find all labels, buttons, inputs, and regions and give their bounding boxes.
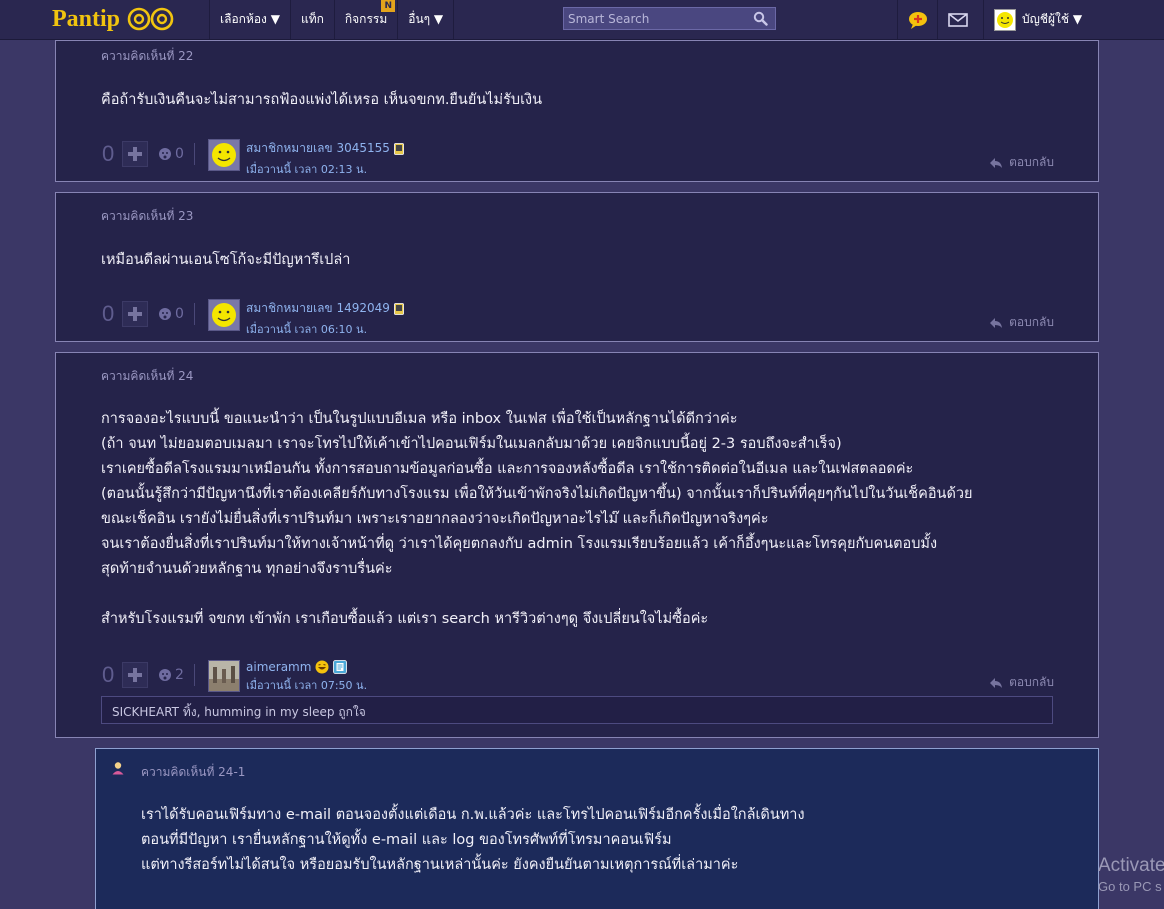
smiley-icon (212, 303, 236, 327)
plus-icon (128, 147, 142, 161)
author-block: aimeramm เมื่อวานนี้ เวลา 07:50 น. (208, 660, 367, 694)
vote-count: 0 (102, 141, 115, 166)
chat-plus-icon (908, 11, 927, 29)
divider (193, 664, 195, 686)
blog-badge-icon (333, 660, 348, 674)
smiley-icon (997, 11, 1013, 28)
avatar[interactable] (208, 299, 240, 331)
mobile-device-icon (393, 302, 404, 315)
reply-card: ความคิดเห็นที่ 24-1 เราได้รับคอนเฟิร์มทา… (95, 748, 1099, 909)
smiley-icon (212, 143, 236, 167)
plus-icon (128, 307, 142, 321)
activation-watermark: Activate Go to PC s (1098, 855, 1164, 894)
pantip-logo[interactable]: Pantip (52, 3, 178, 35)
comment-body: การจองอะไรแบบนี้ ขอแนะนำว่า เป็นในรูปแบบ… (101, 411, 973, 627)
comment-body: คือถ้ารับเงินคืนจะไม่สามารถฟ้องแพ่งได้เห… (101, 92, 543, 108)
comment-card: ความคิดเห็นที่ 22 คือถ้ารับเงินคืนจะไม่ส… (55, 40, 1099, 182)
emotion-face-icon (159, 308, 171, 320)
emotion-count: 2 (175, 667, 184, 683)
new-topic-button[interactable] (897, 0, 937, 39)
author-name[interactable]: สมาชิกหมายเลข 3045155 (246, 139, 390, 158)
vote-plus-button[interactable] (122, 662, 148, 688)
reply-button[interactable]: ตอบกลับ (989, 313, 1054, 332)
comment-card: ความคิดเห็นที่ 24 การจองอะไรแบบนี้ ขอแนะ… (55, 352, 1099, 738)
reply-arrow-icon (990, 317, 1003, 328)
emotion-face-icon (159, 669, 171, 681)
divider (193, 303, 195, 325)
avatar[interactable] (208, 660, 240, 692)
author-block: สมาชิกหมายเลข 1492049 เมื่อวานนี้ เวลา 0… (208, 299, 404, 338)
messages-button[interactable] (937, 0, 977, 39)
emotion-button[interactable]: 2 (158, 667, 184, 683)
post-time: เมื่อวานนี้ เวลา 02:13 น. (246, 163, 368, 176)
reply-button[interactable]: ตอบกลับ (989, 153, 1054, 172)
reply-button[interactable]: ตอบกลับ (989, 673, 1054, 692)
main-nav: เลือกห้อง ▼ แท็ก กิจกรรม N อื่นๆ ▼ (209, 0, 455, 39)
nav-more[interactable]: อื่นๆ ▼ (397, 0, 455, 39)
photo-avatar-icon (209, 661, 239, 691)
mobile-device-icon (393, 142, 404, 155)
reply-arrow-icon (990, 677, 1003, 688)
post-time: เมื่อวานนี้ เวลา 06:10 น. (246, 323, 368, 336)
smart-search (563, 7, 776, 30)
post-time: เมื่อวานนี้ เวลา 07:50 น. (246, 679, 368, 692)
emotion-button[interactable]: 0 (158, 306, 184, 322)
author-block: สมาชิกหมายเลข 3045155 เมื่อวานนี้ เวลา 0… (208, 139, 404, 178)
new-badge: N (381, 0, 396, 12)
vote-count: 0 (102, 662, 115, 687)
vote-plus-button[interactable] (122, 141, 148, 167)
avatar (994, 8, 1016, 31)
account-label: บัญชีผู้ใช้ ▼ (1022, 12, 1083, 26)
comment-card: ความคิดเห็นที่ 23 เหมือนดีลผ่านเอนโซโก้จ… (55, 192, 1099, 342)
emotion-count: 0 (175, 306, 184, 322)
divider (193, 143, 195, 165)
plus-icon (128, 668, 142, 682)
comment-body: เหมือนดีลผ่านเอนโซโก้จะมีปัญหารึเปล่า (101, 252, 351, 268)
emotion-face-icon (159, 148, 171, 160)
comment-number: ความคิดเห็นที่ 24 (101, 369, 194, 383)
logo-mark-icon (127, 7, 174, 31)
vote-count: 0 (102, 301, 115, 326)
author-name[interactable]: สมาชิกหมายเลข 1492049 (246, 299, 390, 318)
emotion-count: 0 (175, 146, 184, 162)
comment-number: ความคิดเห็นที่ 24-1 (141, 765, 246, 779)
emotion-summary: SICKHEART ทิ้ง, humming in my sleep ถูกใ… (101, 696, 1053, 724)
logo-text: Pantip (52, 5, 121, 32)
nav-activities[interactable]: กิจกรรม N (333, 0, 397, 39)
reply-arrow-icon (990, 157, 1003, 168)
owner-user-icon (112, 762, 124, 775)
comment-number: ความคิดเห็นที่ 23 (101, 209, 194, 223)
search-input[interactable] (564, 8, 744, 29)
avatar[interactable] (208, 139, 240, 171)
nav-tags[interactable]: แท็ก (289, 0, 334, 39)
nav-select-room[interactable]: เลือกห้อง ▼ (209, 0, 290, 39)
account-menu[interactable]: บัญชีผู้ใช้ ▼ (983, 0, 1092, 39)
mail-icon (947, 12, 968, 27)
author-name[interactable]: aimeramm (246, 660, 311, 674)
search-icon[interactable] (753, 11, 768, 26)
vote-plus-button[interactable] (122, 301, 148, 327)
comment-number: ความคิดเห็นที่ 22 (101, 49, 194, 63)
vote-area: 0 0 (102, 141, 195, 167)
vote-area: 0 2 (102, 662, 195, 688)
laugh-emoji-icon (315, 660, 329, 674)
emotion-button[interactable]: 0 (158, 146, 184, 162)
comment-body: เราได้รับคอนเฟิร์มทาง e-mail ตอนจองตั้งแ… (141, 807, 805, 873)
vote-area: 0 0 (102, 301, 195, 327)
top-bar: Pantip เลือกห้อง ▼ แท็ก กิจกรรม N อื่นๆ … (0, 0, 1164, 40)
